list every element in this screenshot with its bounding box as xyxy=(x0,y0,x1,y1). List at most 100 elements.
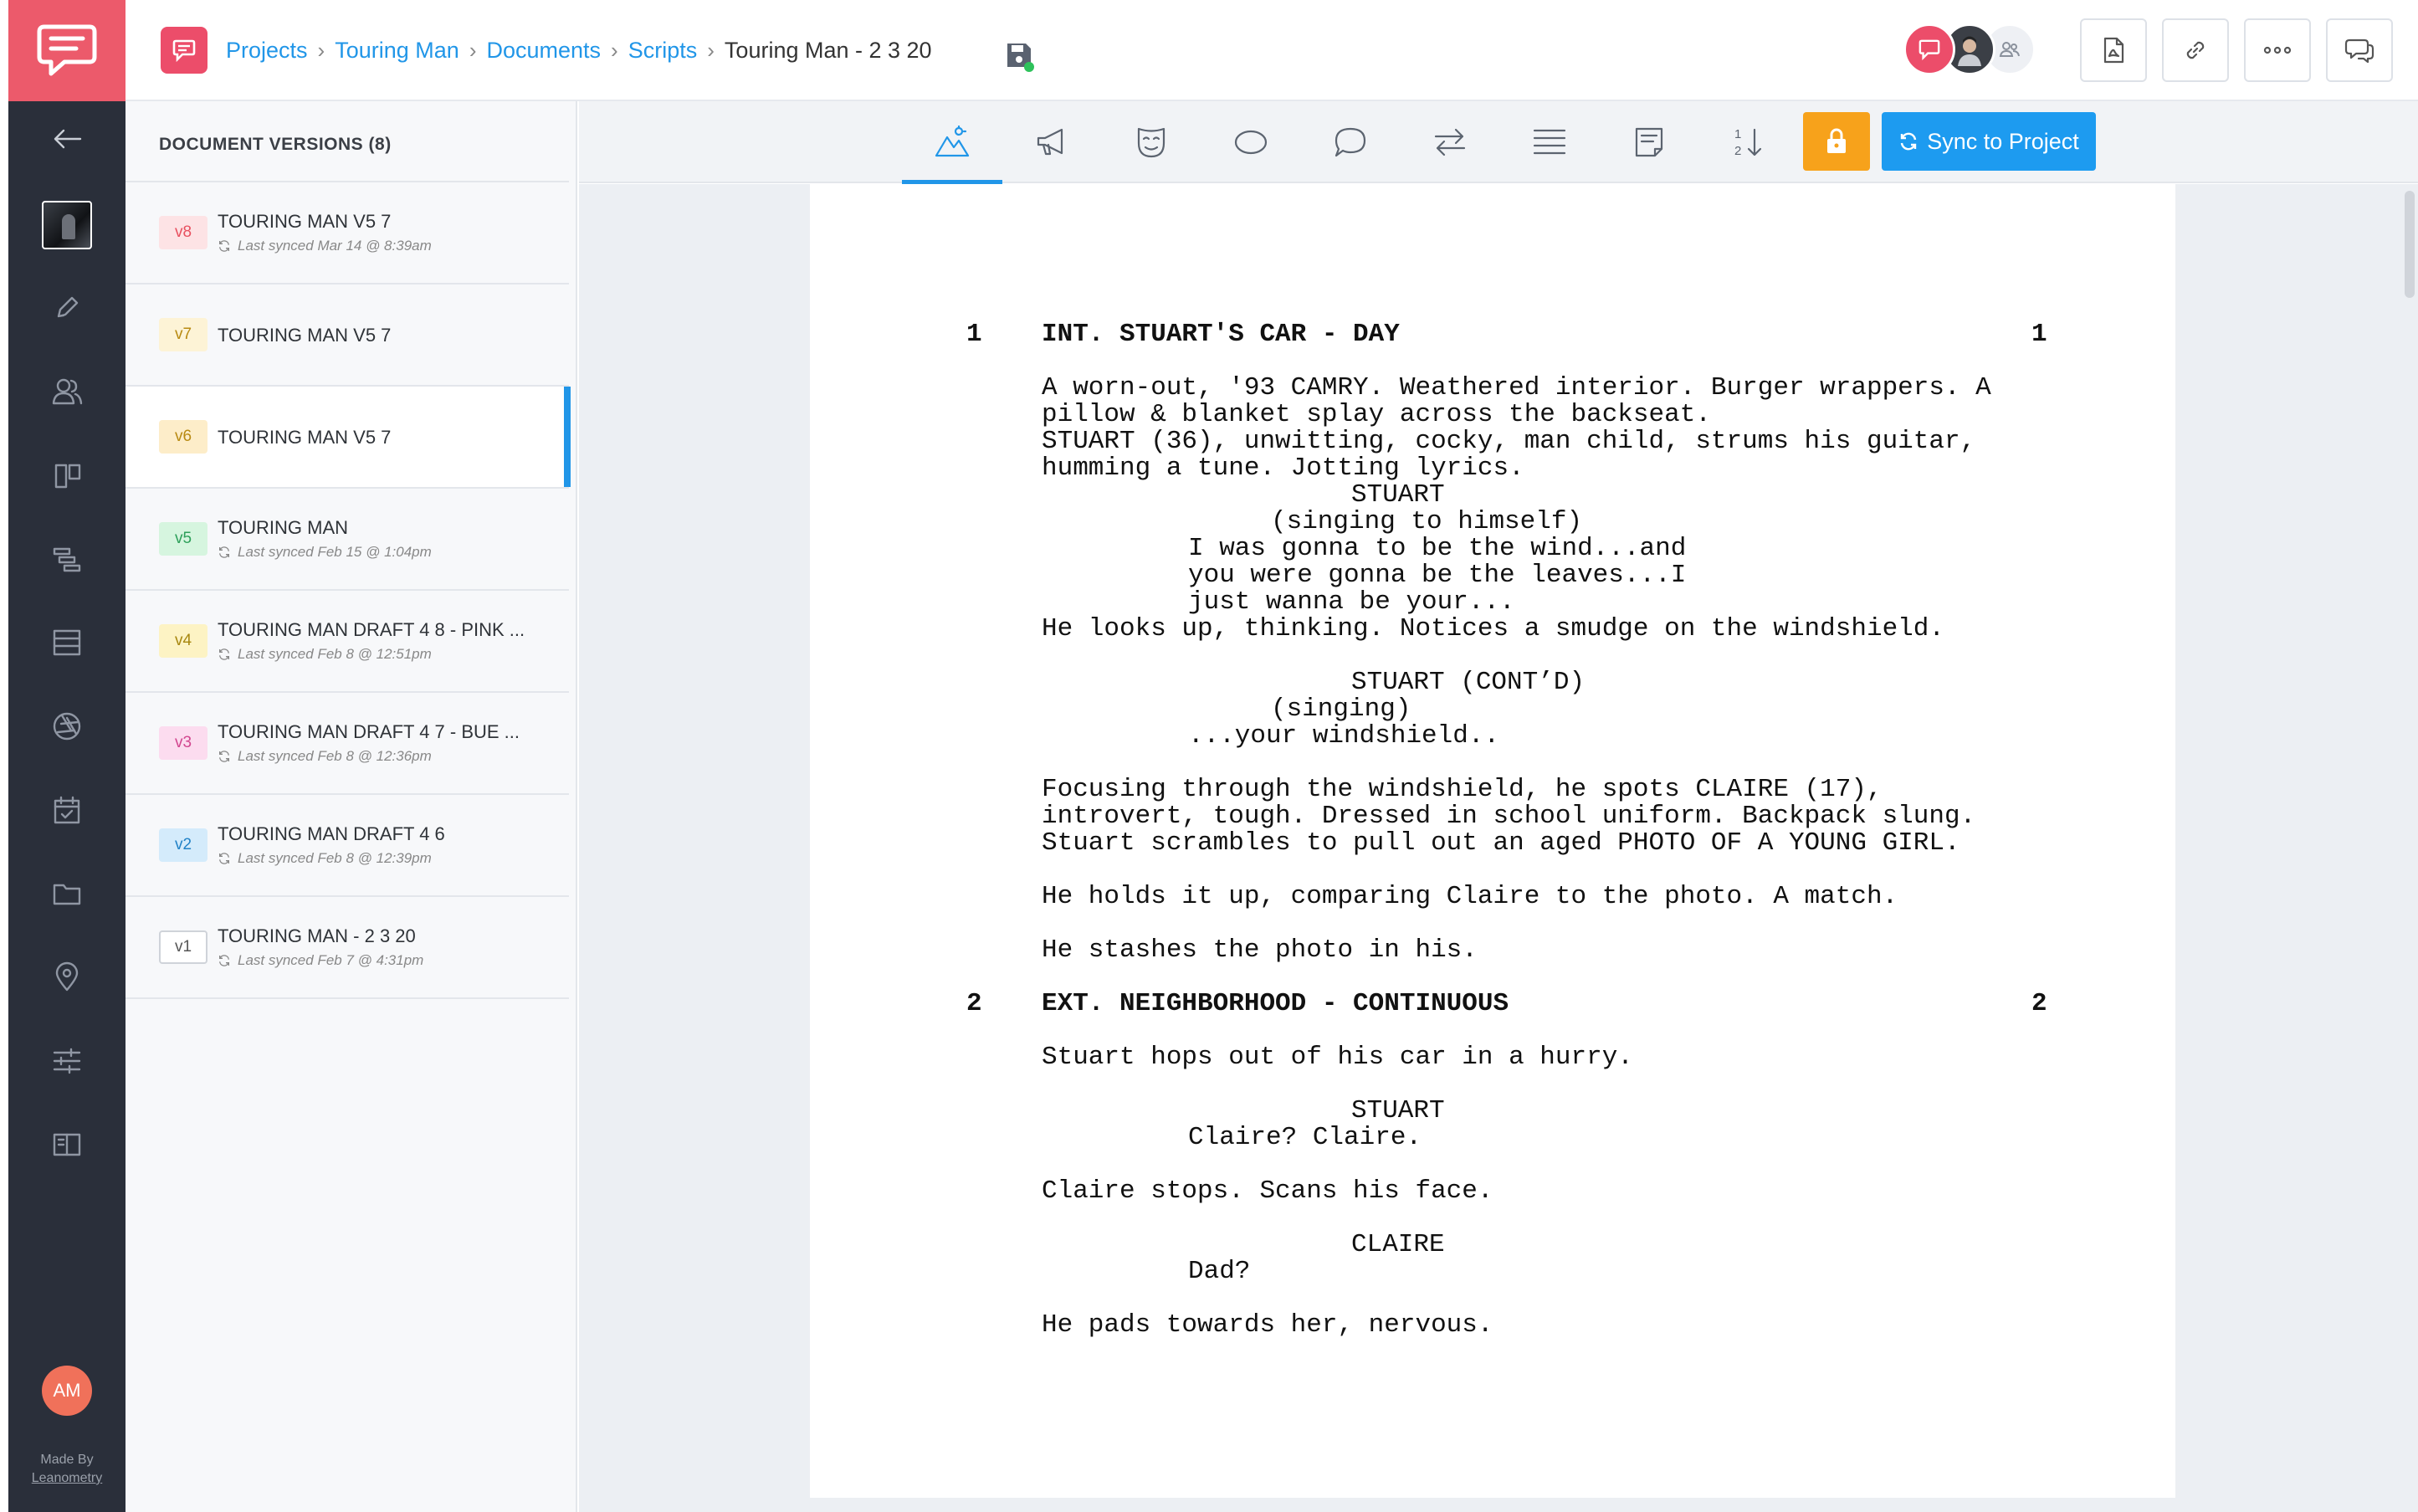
sync-icon xyxy=(219,240,229,252)
sync-to-project-button[interactable]: Sync to Project xyxy=(1882,112,2096,171)
versions-list: v8 TOURING MAN V5 7 Last synced Mar 14 @ 8… xyxy=(126,181,571,999)
tool-lines[interactable] xyxy=(1499,101,1600,183)
tool-note[interactable] xyxy=(1599,101,1699,183)
users-icon[interactable] xyxy=(42,366,92,417)
dialogue: Dad? xyxy=(1188,1257,1251,1286)
version-name: TOURING MAN DRAFT 4 8 - PINK ... xyxy=(218,619,525,640)
version-name: TOURING MAN V5 7 xyxy=(218,211,392,232)
sliders-icon[interactable] xyxy=(42,1036,92,1086)
more-options-button[interactable] xyxy=(2244,18,2311,82)
script-toolbar: 1 2 Sync to Project xyxy=(579,101,2418,185)
chat-app-icon xyxy=(172,39,196,62)
swap-arrows-icon xyxy=(1434,128,1466,156)
script-page[interactable]: 1 INT. STUART'S CAR - DAY 1 A worn-out, … xyxy=(810,184,2175,1498)
list-view-icon[interactable] xyxy=(42,618,92,668)
scene-number-right: 1 xyxy=(2031,320,2047,349)
tool-megaphone[interactable] xyxy=(1002,101,1102,183)
back-arrow-icon[interactable] xyxy=(42,114,92,164)
tool-scene[interactable] xyxy=(902,101,1002,185)
version-name: TOURING MAN V5 7 xyxy=(218,325,392,346)
version-row-v3[interactable]: v3 TOURING MAN DRAFT 4 7 - BUE ... Last sy… xyxy=(126,693,569,795)
tool-swap[interactable] xyxy=(1400,101,1500,183)
version-sync-text: Last synced Feb 15 @ 1:04pm xyxy=(238,544,432,560)
aperture-icon[interactable] xyxy=(42,701,92,751)
book-icon[interactable] xyxy=(42,1120,92,1170)
sort-icon: 1 2 xyxy=(1734,127,1762,158)
timeline-icon[interactable] xyxy=(42,534,92,584)
version-name: TOURING MAN - 2 3 20 xyxy=(218,925,416,946)
version-row-v2[interactable]: v2 TOURING MAN DRAFT 4 6 Last synced Feb 8… xyxy=(126,795,569,897)
speech-bubble-icon xyxy=(1335,127,1366,157)
header-actions xyxy=(2080,18,2408,82)
action-line: Stuart scrambles to pull out an aged PHO… xyxy=(1042,828,1960,858)
dialogue: ...your windshield.. xyxy=(1188,721,1500,751)
collaborators[interactable] xyxy=(1903,23,2037,75)
location-pin-icon[interactable] xyxy=(42,952,92,1002)
version-badge: v4 xyxy=(159,624,207,658)
left-rail: AM Made By Leanometry xyxy=(8,0,126,1512)
chat-logo-icon xyxy=(37,24,97,75)
version-row-v4[interactable]: v4 TOURING MAN DRAFT 4 8 - PINK ... Last s… xyxy=(126,591,569,693)
script-scrollbar[interactable] xyxy=(2405,191,2415,298)
action-line: He pads towards her, nervous. xyxy=(1042,1310,1493,1340)
document-versions-panel: DOCUMENT VERSIONS (8) v8 TOURING MAN V5 7… xyxy=(126,101,577,1512)
version-sync-text: Last synced Feb 8 @ 12:39pm xyxy=(238,850,432,866)
lock-icon xyxy=(1827,128,1846,153)
version-badge: v5 xyxy=(159,522,207,556)
breadcrumb-touring-man[interactable]: Touring Man xyxy=(335,38,459,64)
version-sync-text: Last synced Feb 7 @ 4:31pm xyxy=(238,952,424,968)
version-name: TOURING MAN xyxy=(218,517,349,538)
version-row-v8[interactable]: v8 TOURING MAN V5 7 Last synced Mar 14 @ 8… xyxy=(126,182,569,284)
scene-icon xyxy=(935,126,970,157)
scene-number-right: 2 xyxy=(2031,989,2047,1018)
pencil-icon[interactable] xyxy=(42,283,92,333)
tool-speech[interactable] xyxy=(1300,101,1401,183)
scene-heading: INT. STUART'S CAR - DAY xyxy=(1042,320,1400,349)
folder-icon[interactable] xyxy=(42,869,92,919)
action-line: He stashes the photo in his. xyxy=(1042,935,1478,965)
sync-button-label: Sync to Project xyxy=(1927,128,2079,154)
note-icon xyxy=(1635,127,1663,157)
breadcrumb-scripts[interactable]: Scripts xyxy=(628,38,698,64)
board-icon[interactable] xyxy=(42,450,92,500)
breadcrumb-documents[interactable]: Documents xyxy=(486,38,601,64)
sync-icon xyxy=(219,648,229,660)
tool-sort[interactable]: 1 2 xyxy=(1698,101,1799,183)
character-name: STUART (CONT’D) xyxy=(1351,668,1586,697)
version-row-v1[interactable]: v1 TOURING MAN - 2 3 20 Last synced Feb 7 … xyxy=(126,897,569,999)
version-sync-text: Last synced Feb 8 @ 12:36pm xyxy=(238,748,432,764)
made-by-credit: Made By Leanometry xyxy=(8,1451,126,1488)
scene-number-left: 1 xyxy=(966,320,982,349)
tool-circle[interactable] xyxy=(1201,101,1301,183)
app-badge[interactable] xyxy=(161,27,207,74)
character-name: STUART xyxy=(1351,480,1445,510)
lock-button[interactable] xyxy=(1803,112,1870,171)
character-name: CLAIRE xyxy=(1351,1230,1445,1259)
top-header: Projects › Touring Man › Documents › Scr… xyxy=(126,0,2418,101)
version-row-v5[interactable]: v5 TOURING MAN Last synced Feb 15 @ 1:04pm xyxy=(126,489,569,591)
pdf-export-button[interactable] xyxy=(2080,18,2147,82)
calendar-icon[interactable] xyxy=(42,785,92,835)
more-dots-icon xyxy=(2263,46,2292,54)
collaborator-chat-icon xyxy=(1903,23,1955,75)
chevron-right-icon: › xyxy=(469,37,477,63)
save-icon[interactable] xyxy=(1002,38,1036,72)
breadcrumb: Projects › Touring Man › Documents › Scr… xyxy=(226,33,932,67)
pdf-icon xyxy=(2103,37,2124,64)
tool-mask[interactable] xyxy=(1101,101,1201,183)
version-row-v7[interactable]: v7 TOURING MAN V5 7 xyxy=(126,284,569,387)
chevron-right-icon: › xyxy=(611,37,618,63)
comments-button[interactable] xyxy=(2326,18,2393,82)
brand-link[interactable]: Leanometry xyxy=(8,1469,126,1488)
version-badge: v8 xyxy=(159,216,207,249)
chevron-right-icon: › xyxy=(317,37,325,63)
user-avatar[interactable]: AM xyxy=(42,1366,92,1416)
breadcrumb-projects[interactable]: Projects xyxy=(226,38,308,64)
app-logo[interactable] xyxy=(8,0,126,101)
project-thumbnail[interactable] xyxy=(42,201,92,249)
version-sync-status: Last synced Mar 14 @ 8:39am xyxy=(218,238,432,254)
version-sync-status: Last synced Feb 8 @ 12:51pm xyxy=(218,646,432,663)
version-row-v6[interactable]: v6 TOURING MAN V5 7 xyxy=(126,387,571,489)
svg-text:2: 2 xyxy=(1734,144,1741,158)
copy-link-button[interactable] xyxy=(2162,18,2229,82)
